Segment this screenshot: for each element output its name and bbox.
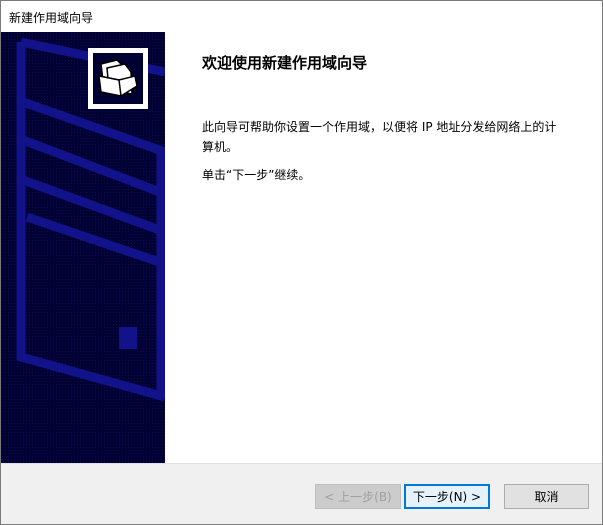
- wizard-window: 新建作用域向导 欢迎使用新建作用域向导 此向导可帮助你设置一个作用域，以便将 I…: [0, 0, 603, 525]
- folders-icon: [88, 48, 148, 109]
- wizard-heading: 欢迎使用新建作用域向导: [202, 54, 368, 72]
- banner-graphic: [1, 32, 165, 463]
- button-bar: < 上一步(B) 下一步(N) > 取消: [1, 463, 602, 524]
- window-title: 新建作用域向导: [9, 11, 94, 25]
- wizard-banner: [1, 32, 165, 463]
- title-bar: 新建作用域向导: [1, 1, 602, 32]
- cancel-button[interactable]: 取消: [504, 484, 589, 509]
- wizard-content: 欢迎使用新建作用域向导 此向导可帮助你设置一个作用域，以便将 IP 地址分发给网…: [165, 32, 602, 463]
- next-button[interactable]: 下一步(N) >: [404, 484, 490, 509]
- wizard-description: 此向导可帮助你设置一个作用域，以便将 IP 地址分发给网络上的计算机。: [202, 120, 557, 154]
- back-button[interactable]: < 上一步(B): [315, 484, 401, 509]
- wizard-instruction: 单击“下一步”继续。: [202, 168, 311, 182]
